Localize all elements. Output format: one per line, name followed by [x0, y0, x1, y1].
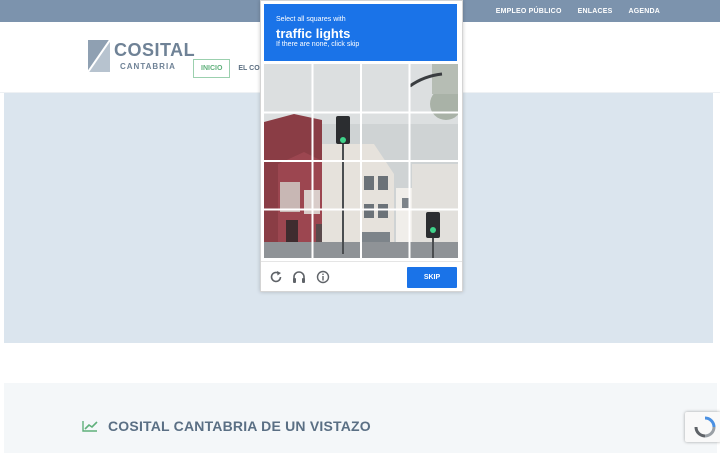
top-nav: EMPLEO PÚBLICO ENLACES AGENDA [496, 0, 660, 22]
captcha-line-skip-hint: If there are none, click skip [276, 41, 360, 48]
section-title: COSITAL CANTABRIA DE UN VISTAZO [108, 418, 371, 434]
logo-subtitle: CANTABRIA [120, 62, 176, 71]
captcha-tile[interactable] [361, 210, 408, 257]
captcha-tile[interactable] [264, 112, 311, 159]
captcha-image-grid [264, 64, 458, 258]
site-logo[interactable]: COSITAL CANTABRIA [88, 40, 195, 74]
captcha-tile[interactable] [264, 161, 311, 208]
captcha-tile[interactable] [312, 210, 359, 257]
captcha-instructions: Select all squares with traffic lights I… [264, 4, 457, 61]
recaptcha-logo-icon [694, 416, 716, 438]
captcha-tile[interactable] [361, 64, 408, 111]
captcha-tile[interactable] [410, 161, 457, 208]
captcha-tile[interactable] [410, 210, 457, 257]
skip-button[interactable]: SKIP [407, 267, 457, 288]
captcha-line-select: Select all squares with [276, 16, 346, 23]
captcha-challenge: Select all squares with traffic lights I… [260, 0, 463, 292]
recaptcha-badge[interactable] [685, 412, 720, 442]
captcha-tile[interactable] [361, 112, 408, 159]
reload-icon[interactable] [269, 270, 283, 284]
captcha-tile[interactable] [264, 210, 311, 257]
nav-item-inicio[interactable]: INICIO [193, 59, 231, 78]
captcha-tile[interactable] [410, 64, 457, 111]
info-icon[interactable] [316, 270, 330, 284]
captcha-tile[interactable] [361, 161, 408, 208]
trend-chart-icon [82, 421, 98, 432]
captcha-tile[interactable] [312, 161, 359, 208]
topnav-agenda[interactable]: AGENDA [628, 8, 660, 15]
topnav-enlaces[interactable]: ENLACES [578, 8, 613, 15]
captcha-tile[interactable] [410, 112, 457, 159]
captcha-tile[interactable] [312, 112, 359, 159]
captcha-footer: SKIP [261, 261, 462, 292]
headphones-icon[interactable] [292, 270, 306, 284]
logo-mark-icon [88, 40, 110, 72]
logo-word: COSITAL [114, 40, 196, 60]
captcha-tile[interactable] [264, 64, 311, 111]
topnav-empleo-publico[interactable]: EMPLEO PÚBLICO [496, 8, 562, 15]
captcha-target-object: traffic lights [276, 26, 351, 41]
section-heading: COSITAL CANTABRIA DE UN VISTAZO [82, 418, 371, 434]
captcha-tile[interactable] [312, 64, 359, 111]
main-nav: INICIO EL COL [193, 59, 264, 78]
